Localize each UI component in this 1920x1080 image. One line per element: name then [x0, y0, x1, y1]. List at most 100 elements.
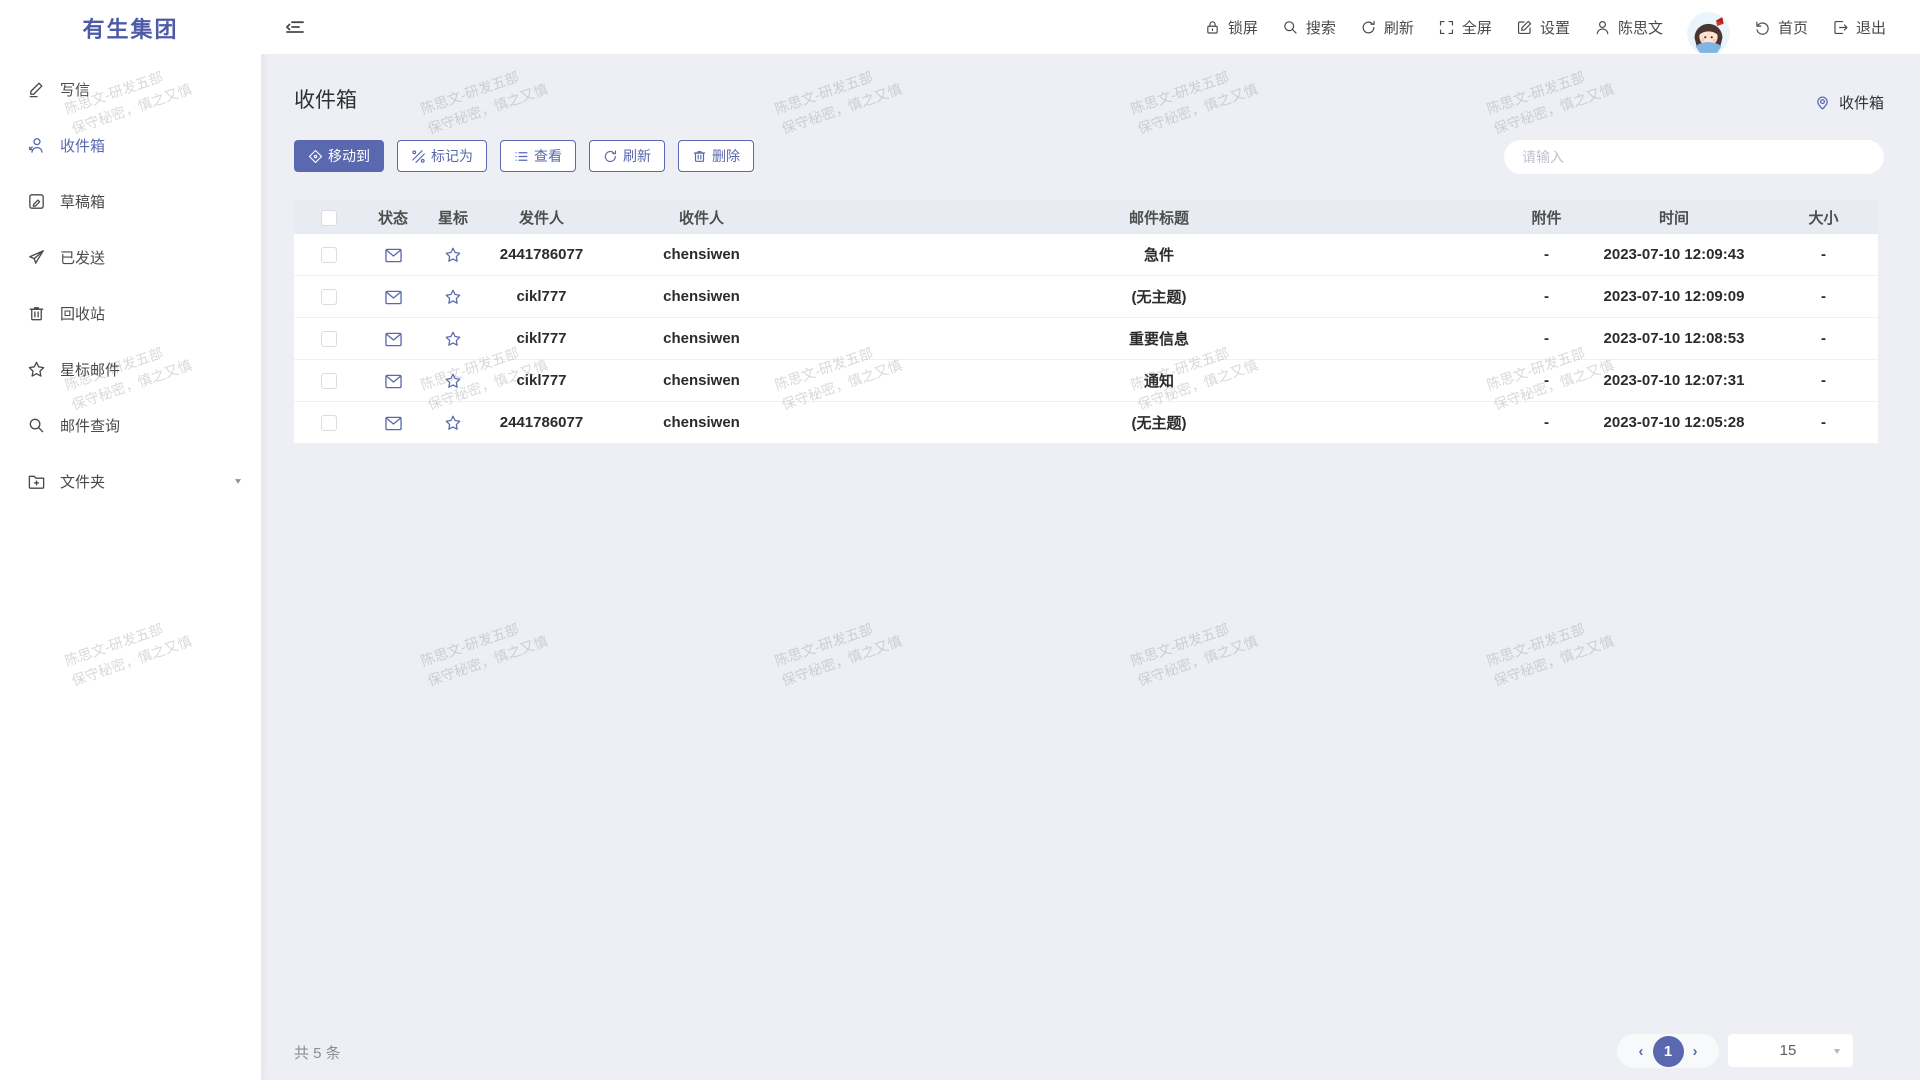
mark-as-button[interactable]: 标记为	[397, 140, 487, 172]
subject-cell[interactable]: 急件	[804, 244, 1514, 265]
prev-page-button[interactable]: ‹	[1639, 1044, 1644, 1059]
table-row[interactable]: cikl777 chensiwen 重要信息 - 2023-07-10 12:0…	[294, 318, 1878, 360]
sidebar-item-drafts[interactable]: 草稿箱	[0, 178, 261, 224]
search-icon	[26, 415, 46, 435]
refresh-icon	[603, 149, 618, 164]
column-header-sender: 发件人	[484, 207, 599, 228]
time-cell: 2023-07-10 12:09:43	[1579, 246, 1769, 263]
subject-cell[interactable]: 重要信息	[804, 328, 1514, 349]
home-button[interactable]: 首页	[1754, 17, 1808, 38]
refresh-list-button[interactable]: 刷新	[589, 140, 665, 172]
global-search-button[interactable]: 搜索	[1282, 17, 1336, 38]
lock-icon	[1204, 19, 1221, 36]
sidebar-item-trash[interactable]: 回收站	[0, 290, 261, 336]
sidebar-item-folders[interactable]: 文件夹 ▾	[0, 458, 261, 504]
subject-cell[interactable]: (无主题)	[804, 286, 1514, 307]
column-header-star: 星标	[422, 207, 484, 228]
star-toggle-icon[interactable]	[444, 330, 462, 348]
mail-status-icon[interactable]	[385, 248, 402, 263]
size-cell: -	[1769, 330, 1878, 347]
avatar[interactable]	[1687, 12, 1730, 55]
table-header-row: 状态 星标 发件人 收件人 邮件标题 附件 时间 大小	[294, 200, 1878, 234]
settings-button[interactable]: 设置	[1516, 17, 1570, 38]
logout-icon	[1832, 19, 1849, 36]
send-icon	[26, 247, 46, 267]
star-toggle-icon[interactable]	[444, 414, 462, 432]
row-checkbox[interactable]	[321, 373, 337, 389]
mail-status-icon[interactable]	[385, 416, 402, 431]
sidebar-item-mail-search[interactable]: 邮件查询	[0, 402, 261, 448]
trash-icon	[26, 303, 46, 323]
toolbar: 移动到 标记为 查看 刷新 删除	[294, 140, 754, 172]
row-checkbox[interactable]	[321, 247, 337, 263]
recipient-cell: chensiwen	[599, 330, 804, 347]
row-checkbox[interactable]	[321, 289, 337, 305]
table-row[interactable]: cikl777 chensiwen 通知 - 2023-07-10 12:07:…	[294, 360, 1878, 402]
sidebar-item-inbox[interactable]: 收件箱	[0, 122, 261, 168]
mail-status-icon[interactable]	[385, 332, 402, 347]
sender-cell: 2441786077	[484, 246, 599, 263]
row-checkbox[interactable]	[321, 331, 337, 347]
app-logo: 有生集团	[0, 0, 261, 56]
user-icon	[1594, 19, 1611, 36]
pagination: ‹ 1 ›	[1617, 1034, 1719, 1068]
select-all-checkbox[interactable]	[321, 210, 337, 226]
table-row[interactable]: 2441786077 chensiwen 急件 - 2023-07-10 12:…	[294, 234, 1878, 276]
sidebar-item-label: 星标邮件	[60, 359, 120, 380]
subject-cell[interactable]: 通知	[804, 370, 1514, 391]
logout-button[interactable]: 退出	[1832, 17, 1886, 38]
inbox-user-icon	[26, 135, 46, 155]
sidebar-menu: 写信 收件箱 草稿箱 已发送	[0, 66, 261, 504]
user-menu[interactable]: 陈思文	[1594, 17, 1663, 38]
column-header-subject: 邮件标题	[804, 207, 1514, 228]
column-header-size: 大小	[1769, 207, 1878, 228]
table-row[interactable]: cikl777 chensiwen (无主题) - 2023-07-10 12:…	[294, 276, 1878, 318]
fullscreen-button[interactable]: 全屏	[1438, 17, 1492, 38]
sidebar-item-starred[interactable]: 星标邮件	[0, 346, 261, 392]
move-to-button[interactable]: 移动到	[294, 140, 384, 172]
page-title: 收件箱	[294, 84, 357, 114]
recipient-cell: chensiwen	[599, 372, 804, 389]
chevron-down-icon: ▾	[235, 475, 241, 486]
breadcrumb: 收件箱	[1814, 92, 1884, 113]
row-checkbox[interactable]	[321, 415, 337, 431]
sender-cell: cikl777	[484, 372, 599, 389]
total-count: 共 5 条	[294, 1042, 341, 1063]
page-size-value: 15	[1728, 1042, 1834, 1059]
size-cell: -	[1769, 372, 1878, 389]
recipient-cell: chensiwen	[599, 246, 804, 263]
delete-button[interactable]: 删除	[678, 140, 754, 172]
sidebar-item-label: 回收站	[60, 303, 105, 324]
refresh-icon	[1360, 19, 1377, 36]
column-header-attachment: 附件	[1514, 207, 1579, 228]
search-icon	[1282, 19, 1299, 36]
next-page-button[interactable]: ›	[1693, 1044, 1698, 1059]
mail-app: 有生集团 写信 收件箱 草稿箱	[0, 0, 1920, 1080]
page-size-select[interactable]: 15 ▾	[1728, 1034, 1853, 1067]
column-header-recipient: 收件人	[599, 207, 804, 228]
mail-status-icon[interactable]	[385, 374, 402, 389]
menu-fold-icon[interactable]	[284, 16, 306, 38]
avatar-image	[1687, 12, 1730, 55]
view-button[interactable]: 查看	[500, 140, 576, 172]
folder-plus-icon	[26, 471, 46, 491]
star-toggle-icon[interactable]	[444, 372, 462, 390]
attachment-cell: -	[1514, 288, 1579, 305]
refresh-button[interactable]: 刷新	[1360, 17, 1414, 38]
filter-search-input[interactable]	[1504, 140, 1884, 174]
sidebar-item-sent[interactable]: 已发送	[0, 234, 261, 280]
tag-icon	[411, 149, 426, 164]
size-cell: -	[1769, 414, 1878, 431]
current-page-button[interactable]: 1	[1653, 1036, 1684, 1067]
column-header-status: 状态	[364, 207, 422, 228]
mail-status-icon[interactable]	[385, 290, 402, 305]
table-row[interactable]: 2441786077 chensiwen (无主题) - 2023-07-10 …	[294, 402, 1878, 444]
list-icon	[514, 149, 529, 164]
subject-cell[interactable]: (无主题)	[804, 412, 1514, 433]
star-toggle-icon[interactable]	[444, 246, 462, 264]
recipient-cell: chensiwen	[599, 288, 804, 305]
star-toggle-icon[interactable]	[444, 288, 462, 306]
sidebar-item-compose[interactable]: 写信	[0, 66, 261, 112]
time-cell: 2023-07-10 12:05:28	[1579, 414, 1769, 431]
lock-screen-button[interactable]: 锁屏	[1204, 17, 1258, 38]
